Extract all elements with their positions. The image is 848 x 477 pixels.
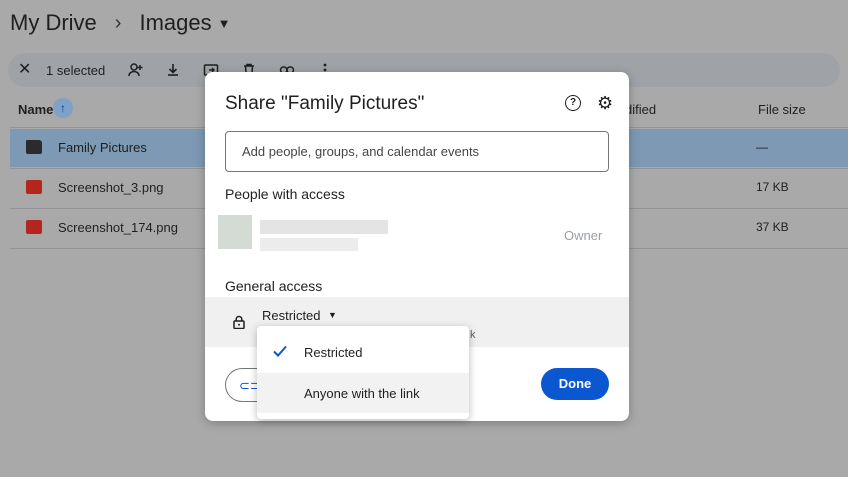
close-icon[interactable]: ✕ [18,63,32,77]
file-name: Screenshot_174.png [58,220,178,235]
image-file-icon [26,220,42,234]
download-icon[interactable] [165,62,181,78]
avatar [218,215,252,249]
lock-icon [232,315,246,329]
done-button[interactable]: Done [541,368,609,400]
people-with-access-heading: People with access [225,186,345,202]
menu-item-restricted[interactable]: Restricted [257,332,469,372]
owner-role-label: Owner [564,228,602,243]
help-icon[interactable]: ? [565,95,581,111]
file-name: Family Pictures [58,140,147,155]
breadcrumb: My Drive › Images ▼ [10,10,230,36]
access-dropdown[interactable]: Restricted [262,308,321,323]
sort-arrow-up-icon[interactable]: ↑ [53,98,73,118]
column-name[interactable]: Name [18,102,53,117]
image-file-icon [26,180,42,194]
add-people-placeholder: Add people, groups, and calendar events [242,144,479,159]
redacted-user-email [260,238,358,251]
column-modified[interactable]: dified [625,102,656,117]
add-person-icon[interactable] [127,62,143,78]
file-size: 37 KB [756,220,789,234]
add-people-input[interactable]: Add people, groups, and calendar events [225,131,609,172]
checkmark-icon [271,342,289,360]
chevron-down-icon[interactable]: ▼ [218,16,231,31]
gear-icon[interactable]: ⚙ [597,93,613,113]
column-file-size[interactable]: File size [758,102,806,117]
selection-count: 1 selected [46,63,105,78]
general-access-heading: General access [225,278,322,294]
file-size: — [756,140,768,154]
access-description-fragment: k [470,329,476,341]
menu-item-label: Anyone with the link [304,386,420,401]
access-menu: Restricted Anyone with the link [257,326,469,419]
file-size: 17 KB [756,180,789,194]
file-name: Screenshot_3.png [58,180,164,195]
breadcrumb-root[interactable]: My Drive [10,10,97,36]
breadcrumb-current[interactable]: Images [139,10,211,36]
dialog-title: Share "Family Pictures" [225,93,424,115]
breadcrumb-separator-icon: › [115,12,122,35]
redacted-user-name [260,220,388,234]
menu-item-label: Restricted [304,345,363,360]
menu-item-anyone-with-link[interactable]: Anyone with the link [257,373,469,413]
folder-icon [26,140,42,154]
caret-down-icon[interactable]: ▼ [328,310,337,320]
